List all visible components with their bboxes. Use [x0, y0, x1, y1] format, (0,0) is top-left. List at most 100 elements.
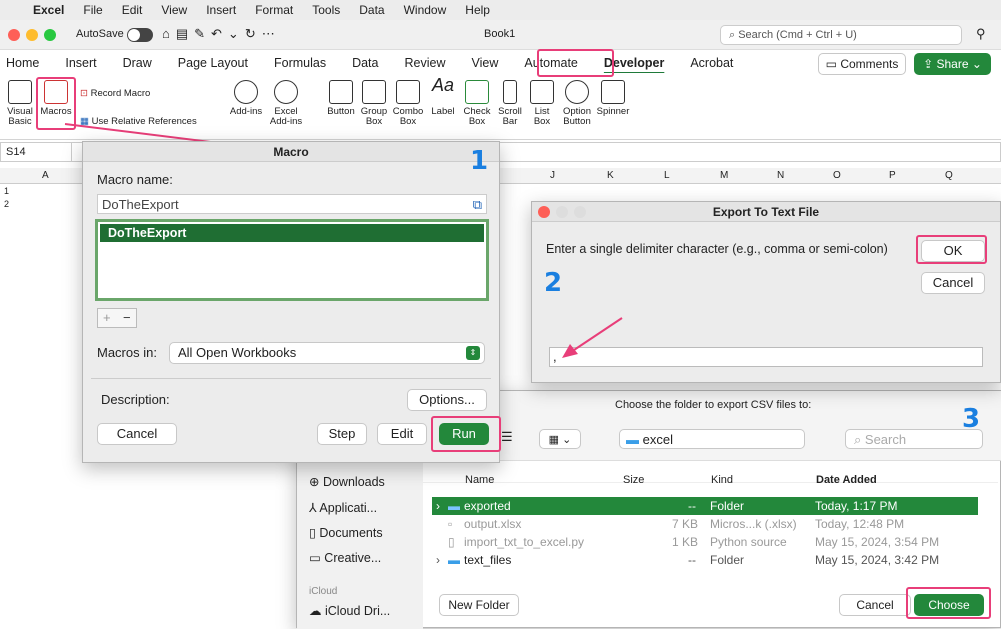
app-menu[interactable]: Excel [33, 3, 64, 17]
col-j[interactable]: J [550, 170, 555, 181]
menu-help[interactable]: Help [465, 3, 490, 17]
menu-window[interactable]: Window [404, 3, 447, 17]
select-range-icon[interactable]: ⧉ [473, 197, 482, 213]
sidebar-item-downloads[interactable]: ⊕ Downloads [309, 474, 385, 489]
check-box-control[interactable]: Check Box [461, 80, 493, 127]
view-options-button[interactable]: ▦ ⌄ [539, 429, 581, 449]
add-remove-buttons[interactable]: + − [97, 308, 137, 328]
col-a[interactable]: A [42, 170, 49, 181]
combo-box-control[interactable]: Combo Box [392, 80, 424, 127]
autosave-toggle[interactable] [127, 28, 153, 42]
col-p[interactable]: P [889, 170, 896, 181]
tab-insert[interactable]: Insert [52, 56, 109, 70]
chevron-updown-icon: ⇕ [466, 346, 480, 360]
header-size[interactable]: Size [623, 474, 644, 486]
record-macro-button[interactable]: ⊡ Record Macro [80, 88, 150, 99]
form-button-control[interactable]: Button [325, 80, 357, 117]
toolbar-icons[interactable]: ⌂▤✎↶⌄↻⋯ [162, 26, 281, 42]
edit-button[interactable]: Edit [377, 423, 427, 445]
sidebar-item-icloud-drive[interactable]: ☁ iCloud Dri... [309, 603, 390, 618]
file-row-exported[interactable]: › ▬ exported -- Folder Today, 1:17 PM [432, 497, 978, 515]
macro-list[interactable]: DoTheExport [95, 219, 489, 301]
tab-acrobat[interactable]: Acrobat [677, 56, 746, 70]
new-folder-button[interactable]: New Folder [439, 594, 519, 616]
list-view-icon[interactable]: ☰ [501, 429, 519, 447]
minimize-window-icon[interactable] [26, 29, 38, 41]
header-date-added[interactable]: Date Added [816, 474, 877, 486]
step-button[interactable]: Step [317, 423, 367, 445]
search-box[interactable]: ⌕ Search (Cmd + Ctrl + U) [720, 25, 962, 45]
radio-icon [565, 80, 589, 104]
header-kind[interactable]: Kind [711, 474, 733, 486]
row-1[interactable]: 1 [4, 186, 9, 196]
col-m[interactable]: M [720, 170, 728, 181]
tab-data[interactable]: Data [339, 56, 391, 70]
group-box-control[interactable]: Group Box [358, 80, 390, 127]
sidebar-item-documents[interactable]: ▯ Documents [309, 525, 383, 540]
options-button[interactable]: Options... [407, 389, 487, 411]
minus-icon[interactable]: − [123, 310, 131, 325]
sidebar-item-applications[interactable]: ⅄ Applicati... [309, 500, 377, 515]
close-window-icon[interactable] [538, 206, 550, 218]
col-k[interactable]: K [607, 170, 614, 181]
tab-view[interactable]: View [458, 56, 511, 70]
disclosure-icon[interactable]: › [436, 551, 440, 569]
sidebar-label: iCloud Dri... [324, 604, 391, 618]
row-2[interactable]: 2 [4, 199, 9, 209]
col-n[interactable]: N [777, 170, 784, 181]
menu-view[interactable]: View [161, 3, 187, 17]
col-o[interactable]: O [833, 170, 841, 181]
macro-name-input[interactable]: DoTheExport ⧉ [97, 194, 487, 214]
option-button-control[interactable]: Option Button [560, 80, 594, 127]
tab-review[interactable]: Review [391, 56, 458, 70]
plus-icon[interactable]: + [103, 310, 111, 325]
file-size: 1 KB [672, 535, 699, 549]
spinner-control[interactable]: Spinner [596, 80, 630, 117]
description-label: Description: [101, 392, 170, 407]
menu-tools[interactable]: Tools [312, 3, 340, 17]
addins-button[interactable]: Add-ins [228, 80, 264, 117]
menu-insert[interactable]: Insert [206, 3, 236, 17]
header-name[interactable]: Name [465, 474, 494, 486]
tab-page-layout[interactable]: Page Layout [165, 56, 261, 70]
file-name: exported [464, 499, 511, 513]
search-placeholder: Search (Cmd + Ctrl + U) [738, 29, 857, 41]
label-control[interactable]: Aa Label [427, 76, 459, 117]
tab-formulas[interactable]: Formulas [261, 56, 339, 70]
zoom-window-icon[interactable] [44, 29, 56, 41]
col-l[interactable]: L [664, 170, 670, 181]
comment-icon: ▭ [825, 57, 841, 71]
document-icon: ▯ [448, 535, 455, 549]
comments-button[interactable]: ▭ Comments [818, 53, 906, 75]
sidebar-item-creative[interactable]: ▭ Creative... [309, 550, 381, 565]
close-window-icon[interactable] [8, 29, 20, 41]
share-person-icon[interactable]: ⚲ [976, 26, 986, 42]
share-icon: ⇪ [923, 57, 937, 71]
zoom-window-icon [574, 206, 586, 218]
macro-list-item[interactable]: DoTheExport [100, 224, 484, 242]
file-row-text-files[interactable]: › ▬ text_files -- Folder May 15, 2024, 3:… [432, 551, 978, 569]
scroll-bar-control[interactable]: Scroll Bar [496, 80, 524, 127]
folder-cancel-button[interactable]: Cancel [839, 594, 911, 616]
visual-basic-button[interactable]: Visual Basic [4, 80, 36, 127]
menu-data[interactable]: Data [359, 3, 384, 17]
menu-edit[interactable]: Edit [122, 3, 143, 17]
step-2-label: 2 [544, 268, 563, 298]
macros-in-select[interactable]: All Open Workbooks ⇕ [169, 342, 485, 364]
list-box-control[interactable]: List Box [528, 80, 556, 127]
col-q[interactable]: Q [945, 170, 953, 181]
macro-name-label: Macro name: [97, 172, 173, 187]
tab-draw[interactable]: Draw [110, 56, 165, 70]
addins-label: Add-ins [229, 106, 263, 117]
tab-home[interactable]: Home [0, 56, 52, 70]
list-box-label: List Box [533, 106, 551, 127]
share-button[interactable]: ⇪ Share ⌄ [914, 53, 991, 75]
export-cancel-button[interactable]: Cancel [921, 272, 985, 294]
disclosure-icon[interactable]: › [436, 497, 440, 515]
menu-format[interactable]: Format [255, 3, 293, 17]
macro-cancel-button[interactable]: Cancel [97, 423, 177, 445]
menu-file[interactable]: File [83, 3, 102, 17]
finder-sidebar: ⊕ Downloads ⅄ Applicati... ▯ Documents ▭… [297, 461, 423, 629]
list-box-icon [530, 80, 554, 104]
folder-popup[interactable]: ▬ excel [619, 429, 805, 449]
